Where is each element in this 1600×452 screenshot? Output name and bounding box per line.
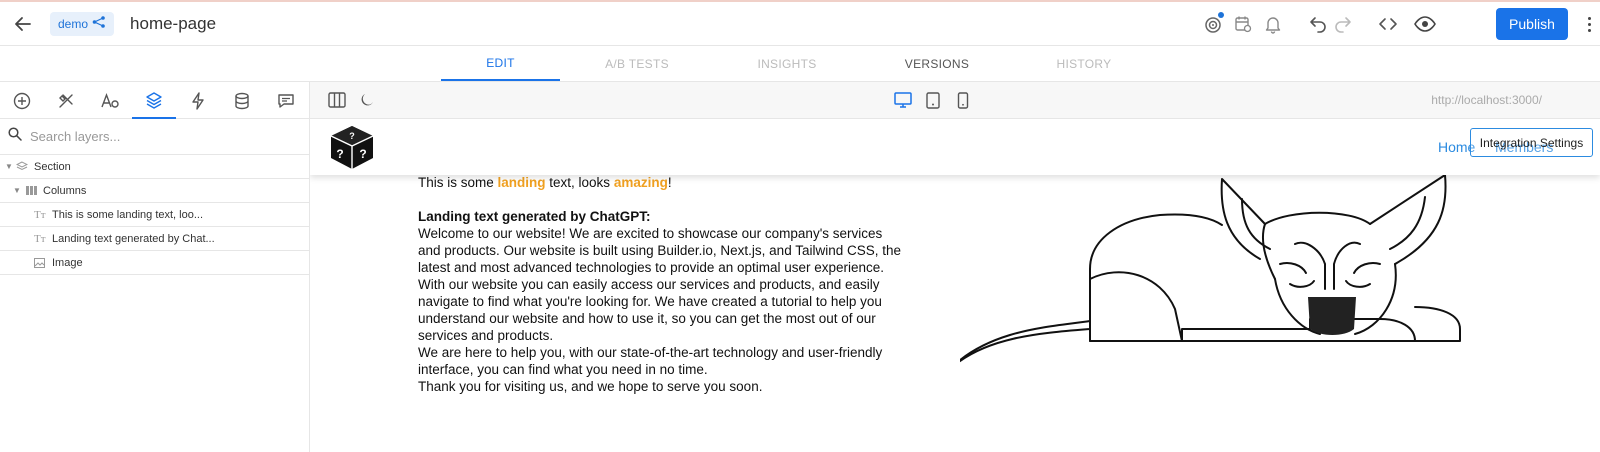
tab-edit[interactable]: EDIT <box>441 46 560 81</box>
back-arrow-icon[interactable] <box>11 12 35 36</box>
columns-view-icon[interactable] <box>325 88 349 112</box>
layer-label: Landing text generated by Chat... <box>52 232 215 245</box>
desktop-view-icon[interactable] <box>891 88 915 112</box>
layer-label: Section <box>34 160 71 173</box>
app-header: demo home-page Publish <box>0 2 1600 46</box>
branch-icon <box>92 16 106 31</box>
notification-dot <box>1218 12 1224 18</box>
layers-icon[interactable] <box>132 82 176 119</box>
image-icon <box>34 257 45 268</box>
svg-text:?: ? <box>349 131 355 141</box>
chatgpt-heading: Landing text generated by ChatGPT: <box>418 209 651 224</box>
tab-insights[interactable]: INSIGHTS <box>731 46 843 81</box>
redo-icon[interactable] <box>1330 11 1356 37</box>
more-menu-icon[interactable] <box>1582 11 1596 37</box>
canvas-toolbar: http://localhost:3000/ <box>310 82 1600 119</box>
code-icon[interactable] <box>1375 11 1401 37</box>
text-icon: Tт <box>34 208 46 221</box>
layers-panel: ▼ Section ▼ Columns Tт This is some land… <box>0 82 310 452</box>
landing-text-part: text, looks <box>545 175 614 190</box>
svg-text:?: ? <box>359 147 366 161</box>
comment-icon[interactable] <box>264 82 308 119</box>
tab-versions[interactable]: VERSIONS <box>880 46 994 81</box>
tablet-view-icon[interactable] <box>921 88 945 112</box>
layer-row-section[interactable]: ▼ Section <box>0 155 309 179</box>
landing-text-part: ! <box>667 175 672 190</box>
expand-caret-icon[interactable]: ▼ <box>13 186 21 195</box>
layer-row-columns[interactable]: ▼ Columns <box>0 179 309 203</box>
schedule-calendar-icon[interactable] <box>1230 11 1256 37</box>
search-layers-input[interactable] <box>30 129 290 144</box>
landing-content: This is some landing text, looks amazing… <box>418 174 938 395</box>
bell-icon[interactable] <box>1260 11 1286 37</box>
highlight-amazing: amazing <box>613 175 668 190</box>
database-icon[interactable] <box>220 82 264 119</box>
chatgpt-paragraph: Welcome to our website! We are excited t… <box>418 226 902 394</box>
target-icon[interactable] <box>1200 11 1226 37</box>
add-block-icon[interactable] <box>0 82 44 119</box>
text-icon: Tт <box>34 232 46 245</box>
preview-eye-icon[interactable] <box>1412 11 1438 37</box>
layer-search <box>0 119 309 155</box>
sleeping-dog-illustration <box>949 169 1480 384</box>
layer-label: Image <box>52 256 83 269</box>
panel-tool-tabs <box>0 82 309 119</box>
expand-caret-icon[interactable]: ▼ <box>5 162 13 171</box>
landing-text-part: This is some <box>418 175 498 190</box>
layer-row-image[interactable]: Image <box>0 251 309 275</box>
columns-icon <box>26 186 37 195</box>
layer-row-text-landing[interactable]: Tт This is some landing text, loo... <box>0 203 309 227</box>
publish-button[interactable]: Publish <box>1496 8 1568 40</box>
highlight-landing: landing <box>497 175 546 190</box>
site-preview: ? ? ? Home Members Integration Settings … <box>310 119 1600 452</box>
mystery-box-logo[interactable]: ? ? ? <box>328 123 376 176</box>
mobile-view-icon[interactable] <box>951 88 975 112</box>
tab-ab-tests[interactable]: A/B TESTS <box>580 46 694 81</box>
search-icon <box>8 127 22 146</box>
style-tools-icon[interactable] <box>44 82 88 119</box>
layer-row-text-chatgpt[interactable]: Tт Landing text generated by Chat... <box>0 227 309 251</box>
tab-history[interactable]: HISTORY <box>1032 46 1136 81</box>
page-title: home-page <box>130 13 217 33</box>
undo-icon[interactable] <box>1305 11 1331 37</box>
site-header: ? ? ? Home Members Integration Settings <box>310 119 1600 175</box>
layers-icon <box>16 161 28 172</box>
preview-url[interactable]: http://localhost:3000/ <box>1431 93 1542 107</box>
svg-text:?: ? <box>336 147 343 161</box>
typography-icon[interactable] <box>88 82 132 119</box>
landing-text: This is some landing text, looks amazing… <box>418 174 938 191</box>
layer-label: This is some landing text, loo... <box>52 208 204 221</box>
dark-mode-moon-icon[interactable] <box>355 88 379 112</box>
branch-badge-label: demo <box>58 16 89 31</box>
editor-tabs: EDIT A/B TESTS INSIGHTS VERSIONS HISTORY <box>0 46 1600 82</box>
lightning-icon[interactable] <box>176 82 220 119</box>
layer-label: Columns <box>43 184 87 197</box>
integration-settings-button[interactable]: Integration Settings <box>1470 128 1593 157</box>
branch-badge[interactable]: demo <box>50 11 115 36</box>
